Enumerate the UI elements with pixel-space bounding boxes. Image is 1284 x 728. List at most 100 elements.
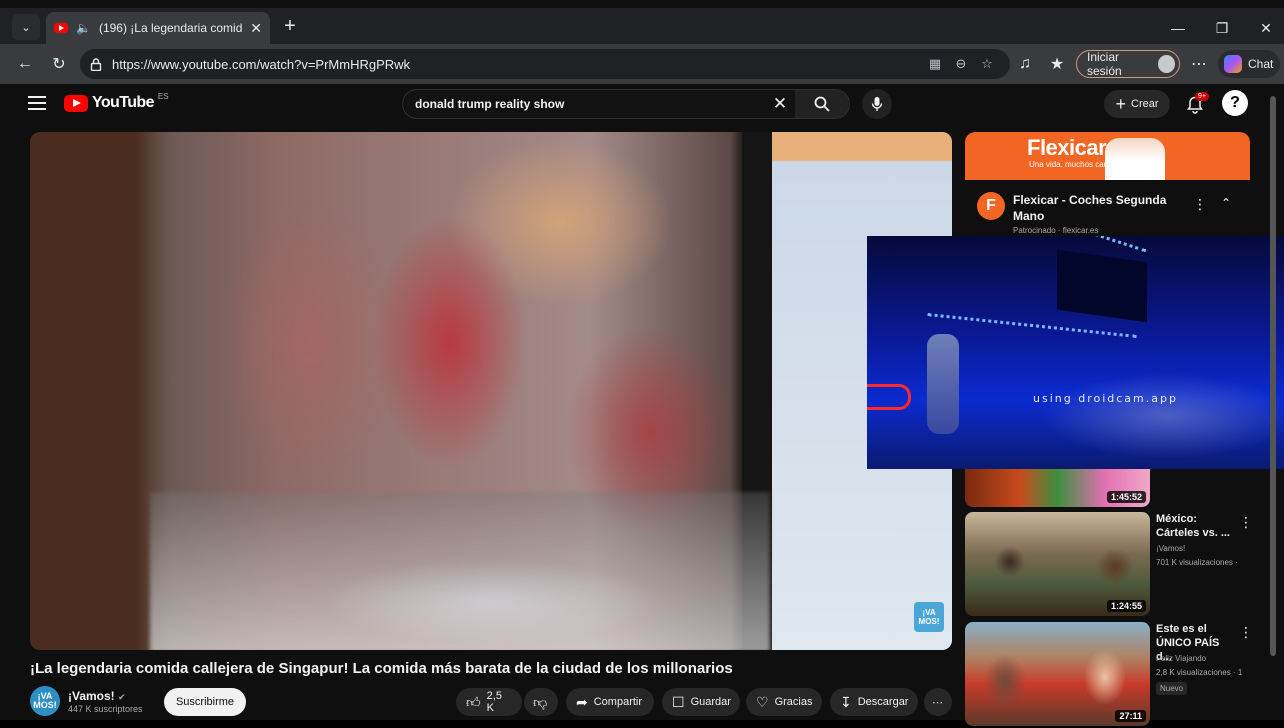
more-options-icon[interactable]: ⋯ [1186,52,1212,76]
ad-collapse-icon[interactable]: ⌃ [1221,196,1231,210]
youtube-favicon-icon [54,23,68,33]
clear-search-icon[interactable]: ✕ [765,94,795,114]
address-bar[interactable]: https://www.youtube.com/watch?v=PrMmHRgP… [80,49,1010,79]
ad-tagline: Una vida. muchos cars. [1029,160,1113,169]
profile-avatar-icon [1158,55,1175,73]
youtube-wordmark: YouTube [92,94,154,111]
droidcam-label: using droidcam.app [1033,392,1178,405]
account-avatar[interactable]: ? [1222,90,1248,116]
recommendation-thumbnail-partial[interactable]: 1:45:52 [965,469,1150,507]
thanks-button[interactable]: ♡ Gracias [746,688,822,716]
bookmark-icon: ☐ [672,693,685,710]
thumbs-down-icon: 👎︎ [533,693,548,710]
media-control-icon[interactable]: ♫ [1012,52,1038,76]
scrollbar-thumb[interactable] [1270,96,1276,656]
download-icon: ↧ [840,693,852,710]
cam-lamp [927,334,959,434]
share-label: Compartir [593,696,643,708]
ad-banner[interactable]: Flexicar Una vida. muchos cars. [965,132,1250,180]
favorites-icon[interactable]: ★ [1044,52,1070,76]
recommendation-views: 701 K visualizaciones · [1156,558,1238,567]
channel-avatar[interactable]: ¡VA MOS! [30,686,60,716]
recommendation-item[interactable]: 1:24:55 México: Cárteles vs. ... ¡Vamos!… [965,512,1275,618]
tab-list-button[interactable]: ⌄ [12,14,40,40]
more-horizontal-icon: ⋯ [932,696,943,709]
recommendation-thumbnail[interactable]: 27:11 [965,622,1150,726]
search-button[interactable] [795,90,849,118]
browser-tab-active[interactable]: 🔈 (196) ¡La legendaria comida c ✕ [46,12,270,44]
lock-icon [90,57,102,71]
like-button[interactable]: 👍︎ 2,5 K [456,688,522,716]
app-available-icon[interactable]: ▦ [922,53,948,75]
ad-menu-icon[interactable]: ⋮ [1193,196,1207,213]
url-text: https://www.youtube.com/watch?v=PrMmHRgP… [112,56,411,72]
hamburger-menu-icon[interactable] [28,96,46,110]
ad-card[interactable]: Flexicar Una vida. muchos cars. F Flexic… [965,132,1250,236]
cam-window [1057,249,1147,323]
close-window-button[interactable]: ✕ [1248,18,1284,38]
search-input[interactable]: donald trump reality show [403,97,765,111]
ad-brand: Flexicar [1027,135,1107,160]
ad-sponsor: Patrocinado · flexicar.es [1013,226,1099,235]
chevron-down-icon: ⌄ [21,21,31,34]
restore-button[interactable]: ❐ [1204,18,1240,38]
download-label: Descargar [857,696,909,708]
video-duration: 1:45:52 [1106,491,1146,503]
ad-logo: F [977,192,1005,220]
mic-icon [871,97,883,111]
search-box[interactable]: donald trump reality show ✕ [402,89,850,119]
ad-people-image [1105,138,1165,180]
save-button[interactable]: ☐ Guardar [662,688,740,716]
page-scrollbar[interactable] [1270,96,1276,696]
verified-icon: ✔ [118,692,126,702]
minimize-button[interactable]: — [1160,18,1196,38]
browser-tab-strip: ⌄ 🔈 (196) ¡La legendaria comida c ✕ + — … [0,8,1284,44]
chat-label: Chat [1248,57,1274,71]
copilot-icon [1224,55,1242,73]
more-actions-button[interactable]: ⋯ [924,688,952,716]
reload-icon[interactable]: ↻ [46,52,72,76]
channel-name[interactable]: ¡Vamos! ✔ [68,689,126,703]
new-tab-button[interactable]: + [278,14,302,38]
subscribe-button[interactable]: Suscribirme [164,688,246,716]
youtube-play-icon [64,94,88,112]
subscriber-count: 447 K suscriptores [68,704,143,714]
back-arrow-icon[interactable]: ← [12,52,38,76]
recommendation-menu-icon[interactable]: ⋮ [1239,514,1253,531]
download-button[interactable]: ↧ Descargar [830,688,918,716]
screen: ⌄ 🔈 (196) ¡La legendaria comida c ✕ + — … [0,0,1284,726]
close-tab-icon[interactable]: ✕ [250,20,262,37]
dislike-button[interactable]: 👎︎ [524,688,558,716]
zoom-icon[interactable]: ⊖ [948,53,974,75]
video-duration: 1:24:55 [1106,600,1146,612]
create-button[interactable]: + Crear [1104,90,1170,118]
country-code: ES [157,92,169,101]
voice-search-button[interactable] [862,89,892,119]
plus-icon: + [1115,93,1126,114]
create-label: Crear [1131,98,1159,110]
video-duration: 27:11 [1115,710,1146,722]
recommendation-thumbnail[interactable]: 1:24:55 [965,512,1150,616]
recommendation-item[interactable]: 27:11 Este es el ÚNICO PAÍS d... Feliz V… [965,622,1275,728]
cam-led-strip [927,313,1137,339]
recommendation-title[interactable]: México: Cárteles vs. ... [1156,512,1236,540]
channel-name-text: ¡Vamos! [68,689,115,703]
favorite-star-icon[interactable]: ☆ [974,53,1000,75]
recommendation-views: 2,8 K visualizaciones · 1 [1156,668,1243,677]
signin-button[interactable]: Iniciar sesión [1076,50,1180,78]
share-icon: ➦ [576,693,588,710]
share-button[interactable]: ➦ Compartir [566,688,654,716]
video-player[interactable]: ¡VA MOS! [30,132,952,650]
new-badge: Nuevo [1156,682,1188,695]
save-label: Guardar [690,696,731,708]
recommendation-menu-icon[interactable]: ⋮ [1239,624,1253,641]
video-frame-counter [150,492,770,650]
channel-watermark[interactable]: ¡VA MOS! [914,602,944,632]
copilot-chat-button[interactable]: Chat [1218,50,1280,78]
youtube-logo[interactable]: YouTube ES [64,92,169,112]
ad-title[interactable]: Flexicar - Coches Segunda Mano [1013,192,1193,224]
speaker-icon[interactable]: 🔈 [76,21,91,35]
cam-red-light [867,384,911,410]
thumbs-up-icon: 👍︎ [466,693,481,710]
notification-badge: 9+ [1195,92,1209,101]
